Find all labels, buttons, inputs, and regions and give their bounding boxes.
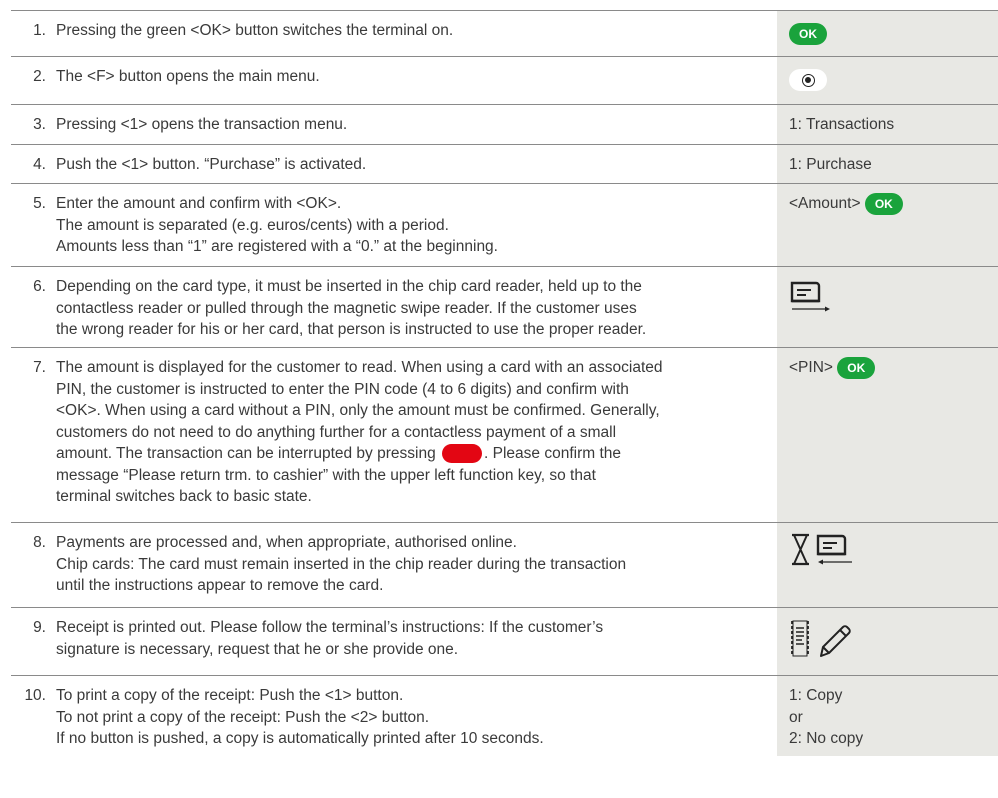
step-text: Pressing the green <OK> button switches … bbox=[56, 22, 454, 39]
step-number: 3. bbox=[33, 116, 46, 133]
step-text: message “Please return trm. to cashier” … bbox=[56, 466, 596, 484]
display-text: 1: Copy bbox=[789, 687, 843, 704]
step-row-10: 10. To print a copy of the receipt: Push… bbox=[11, 675, 998, 756]
step-number: 5. bbox=[33, 195, 46, 212]
step-number: 8. bbox=[33, 534, 46, 551]
step-text: customers do not need to do anything fur… bbox=[56, 423, 617, 441]
step-number: 10. bbox=[24, 687, 46, 704]
card-insert-icon bbox=[790, 281, 830, 312]
step-row-8: 8. Payments are processed and, when appr… bbox=[11, 522, 998, 607]
step-row-6: 6. Depending on the card type, it must b… bbox=[11, 266, 998, 347]
amount-prompt: <Amount> bbox=[789, 195, 861, 213]
step-text: terminal switches back to basic state. bbox=[56, 488, 312, 505]
instructions-table: 1. Pressing the green <OK> button switch… bbox=[11, 10, 998, 756]
pen-icon bbox=[820, 625, 851, 657]
step-text-with-red-button: amount. The transaction can be interrupt… bbox=[56, 444, 621, 464]
step-text: the wrong reader for his or her card, th… bbox=[56, 321, 647, 338]
receipt-pen-icon bbox=[791, 620, 851, 657]
step-text: To not print a copy of the receipt: Push… bbox=[56, 708, 430, 726]
card-remove-icon bbox=[816, 534, 852, 565]
ok-button-icon: OK bbox=[837, 357, 876, 379]
red-cancel-button-icon bbox=[442, 444, 483, 464]
display-text: 1: Transactions bbox=[789, 116, 895, 133]
step-text: Amounts less than “1” are registered wit… bbox=[56, 238, 498, 255]
display-text: 2: No copy bbox=[789, 730, 864, 747]
step-text: If no button is pushed, a copy is automa… bbox=[56, 730, 544, 747]
display-text: or bbox=[789, 708, 803, 726]
step-number: 4. bbox=[33, 156, 46, 173]
step-row-2: 2. The <F> button opens the main menu. bbox=[11, 56, 998, 104]
ok-button-icon: OK bbox=[789, 23, 827, 45]
step-text: To print a copy of the receipt: Push the… bbox=[56, 687, 404, 704]
step-text: Chip cards: The card must remain inserte… bbox=[56, 555, 627, 573]
display-text: 1: Purchase bbox=[789, 156, 872, 173]
step-number: 7. bbox=[33, 359, 46, 376]
step-number: 9. bbox=[33, 619, 46, 636]
step-text: The amount is displayed for the customer… bbox=[56, 359, 663, 376]
step-text: Depending on the card type, it must be i… bbox=[56, 278, 642, 295]
ok-button-icon: OK bbox=[864, 193, 903, 215]
step-row-4: 4. Push the <1> button. “Purchase” is ac… bbox=[11, 144, 998, 183]
step-text: until the instructions appear to remove … bbox=[56, 577, 384, 594]
step-row-7: 7. The amount is displayed for the custo… bbox=[11, 347, 998, 522]
step-text: Push the <1> button. “Purchase” is activ… bbox=[56, 156, 367, 173]
hourglass-icon bbox=[792, 533, 809, 566]
step-text: <OK>. When using a card without a PIN, o… bbox=[56, 402, 660, 419]
pin-prompt: <PIN> bbox=[789, 359, 833, 377]
step-text: Payments are processed and, when appropr… bbox=[56, 534, 517, 551]
step-text: PIN, the customer is instructed to enter… bbox=[56, 380, 629, 398]
step-text: contactless reader or pulled through the… bbox=[56, 299, 637, 317]
step-number: 6. bbox=[33, 278, 46, 295]
step-text: signature is necessary, request that he … bbox=[56, 640, 459, 658]
step-number: 2. bbox=[33, 68, 46, 85]
hourglass-card-remove-icon bbox=[792, 533, 852, 566]
step-text: The <F> button opens the main menu. bbox=[56, 68, 320, 85]
f-button-icon bbox=[789, 69, 827, 91]
step-text: Pressing <1> opens the transaction menu. bbox=[56, 116, 348, 133]
step-row-1: 1. Pressing the green <OK> button switch… bbox=[11, 10, 998, 56]
step-row-9: 9. Receipt is printed out. Please follow… bbox=[11, 607, 998, 675]
step-text: Receipt is printed out. Please follow th… bbox=[56, 619, 604, 636]
step-row-3: 3. Pressing <1> opens the transaction me… bbox=[11, 104, 998, 144]
step-text: Enter the amount and confirm with <OK>. bbox=[56, 195, 342, 212]
step-number: 1. bbox=[33, 22, 46, 39]
step-text: The amount is separated (e.g. euros/cent… bbox=[56, 216, 449, 234]
receipt-icon bbox=[791, 620, 809, 657]
step-row-5: 5. Enter the amount and confirm with <OK… bbox=[11, 183, 998, 266]
